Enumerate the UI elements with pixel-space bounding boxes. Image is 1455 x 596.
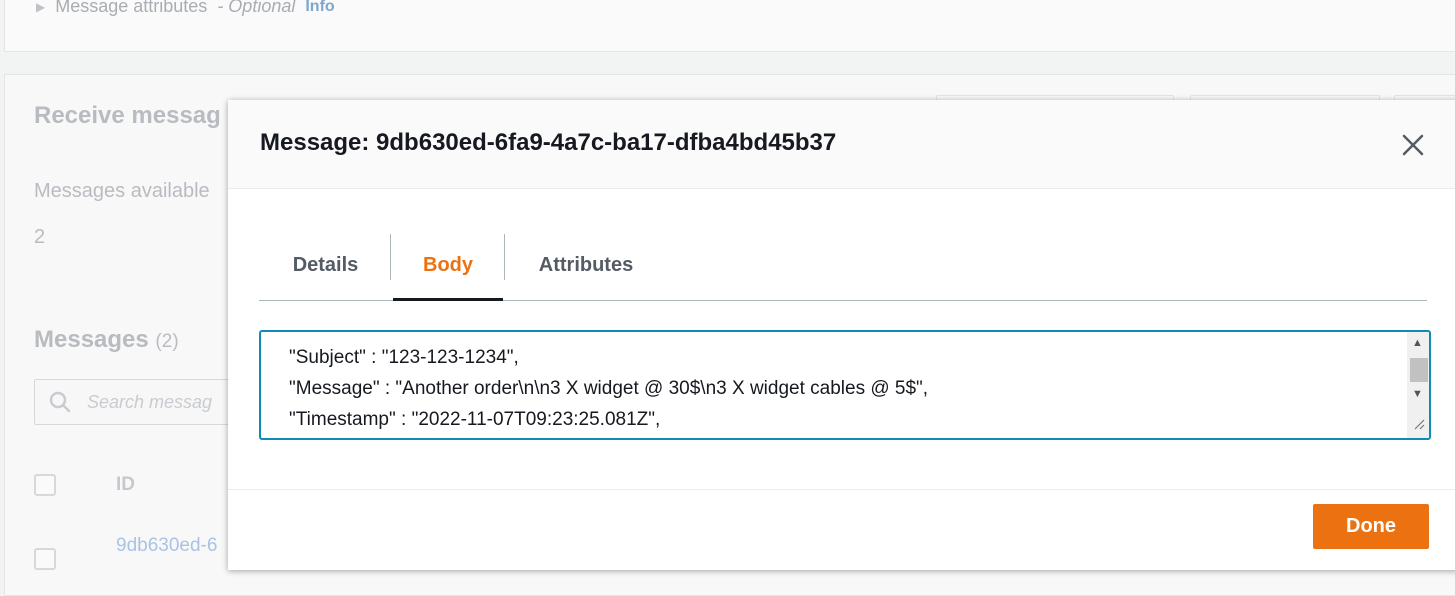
search-icon <box>49 391 71 418</box>
message-body-text: "Subject" : "123-123-1234", "Message" : "… <box>289 342 928 435</box>
modal-header: Message: 9db630ed-6fa9-4a7c-ba17-dfba4bd… <box>228 100 1455 189</box>
message-attributes-label: Message attributes <box>55 0 208 16</box>
tab-divider <box>390 234 391 280</box>
messages-heading-label: Messages <box>34 326 149 353</box>
column-header-id: ID <box>116 474 135 495</box>
messages-available-value: 2 <box>34 226 46 248</box>
tab-list: Details Body Attributes <box>259 230 1427 301</box>
chevron-up-icon[interactable]: ▲ <box>1412 337 1423 349</box>
message-body-textarea[interactable]: "Subject" : "123-123-1234", "Message" : "… <box>259 330 1431 440</box>
tab-body[interactable]: Body <box>393 230 503 301</box>
message-modal: Message: 9db630ed-6fa9-4a7c-ba17-dfba4bd… <box>228 100 1455 570</box>
message-attributes-expander[interactable]: ▶ Message attributes - Optional Info <box>36 0 335 17</box>
tab-attributes[interactable]: Attributes <box>505 230 667 300</box>
resize-grip-icon[interactable] <box>1413 417 1425 435</box>
search-placeholder: Search messag <box>87 392 213 412</box>
done-button[interactable]: Done <box>1313 504 1429 549</box>
caret-right-icon: ▶ <box>36 0 46 14</box>
info-link[interactable]: Info <box>305 0 334 16</box>
body-line: "Timestamp" : "2022-11-07T09:23:25.081Z"… <box>289 409 661 430</box>
scrollbar-thumb[interactable] <box>1410 358 1428 382</box>
optional-label: - Optional <box>217 0 296 16</box>
close-button[interactable] <box>1398 130 1428 160</box>
close-icon <box>1402 134 1424 156</box>
body-line: "Subject" : "123-123-1234", <box>289 347 519 368</box>
select-all-checkbox[interactable] <box>34 474 56 496</box>
footer-divider <box>228 489 1455 490</box>
message-row-id-link[interactable]: 9db630ed-6 <box>116 535 217 557</box>
messages-heading: Messages (2) <box>34 326 179 354</box>
chevron-down-icon[interactable]: ▼ <box>1412 388 1423 400</box>
messages-count: (2) <box>155 331 179 352</box>
tab-details[interactable]: Details <box>259 230 392 300</box>
receive-messages-heading: Receive messag <box>34 102 221 129</box>
messages-available-label: Messages available <box>34 180 210 202</box>
modal-title: Message: 9db630ed-6fa9-4a7c-ba17-dfba4bd… <box>260 129 837 156</box>
body-line: "Message" : "Another order\n\n3 X widget… <box>289 378 929 399</box>
